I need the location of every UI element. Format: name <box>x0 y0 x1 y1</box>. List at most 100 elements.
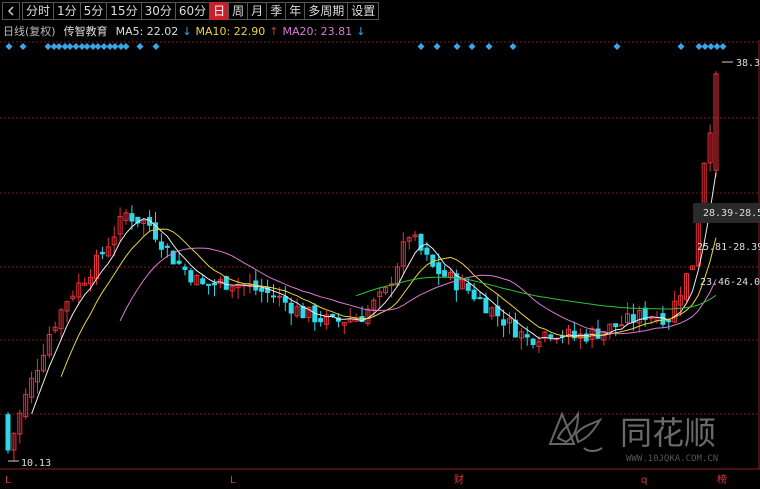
back-button[interactable] <box>2 2 20 20</box>
candle <box>707 124 713 172</box>
event-marker-icon[interactable] <box>417 43 425 50</box>
event-marker-icon[interactable] <box>111 43 119 50</box>
period-tab[interactable]: 周 <box>228 2 249 20</box>
indicator-bar: 日线(复权) 传智教育 MA5: 22.02 ↓ MA10: 22.90 ↑ M… <box>0 24 369 40</box>
candle <box>182 263 188 276</box>
event-marker-icon[interactable] <box>677 43 685 50</box>
candle <box>194 273 200 286</box>
ma20-line <box>119 247 717 335</box>
period-tab[interactable]: 多周期 <box>304 2 349 20</box>
date-marker: 榜 <box>717 473 727 486</box>
candlesticks <box>5 71 719 461</box>
candle <box>400 232 406 275</box>
event-marker-icon[interactable] <box>695 43 703 50</box>
event-marker-icon[interactable] <box>485 43 493 50</box>
candle <box>282 285 288 312</box>
event-marker-icon[interactable] <box>100 43 108 50</box>
candle <box>70 290 76 302</box>
kline-chart[interactable]: 同花顺 WWW.10JQKA.COM.CN 28.39-28.5 25.81-2… <box>0 40 760 489</box>
event-marker-icon[interactable] <box>701 43 709 50</box>
candle-body <box>548 334 554 338</box>
ma-lines <box>31 172 717 415</box>
event-marker-icon[interactable] <box>55 43 63 50</box>
ma10-arrow-up-icon: ↑ <box>269 25 279 38</box>
candle <box>76 273 82 305</box>
period-tab[interactable]: 60分 <box>174 2 211 20</box>
event-marker-icon[interactable] <box>453 43 461 50</box>
price-tooltip-1: 28.39-28.5 <box>703 208 760 219</box>
event-marker-icon[interactable] <box>707 43 715 50</box>
event-marker-icon[interactable] <box>72 43 80 50</box>
candle <box>512 312 518 338</box>
candle-body <box>212 282 217 286</box>
candle <box>253 270 259 296</box>
period-tab[interactable]: 月 <box>247 2 268 20</box>
period-tab[interactable]: 季 <box>266 2 287 20</box>
event-marker-icon[interactable] <box>122 43 130 50</box>
candle-body <box>630 314 636 323</box>
candle-body <box>471 289 477 300</box>
period-tab[interactable]: 年 <box>285 2 306 20</box>
period-tab[interactable]: 分时 <box>22 2 55 20</box>
event-marker-icon[interactable] <box>468 43 476 50</box>
period-tab[interactable]: 30分 <box>140 2 176 20</box>
candle <box>312 303 318 331</box>
candle-body <box>530 338 536 346</box>
candle <box>294 298 300 318</box>
ma20-value: MA20: 23.81 <box>282 25 353 38</box>
candle <box>383 286 389 296</box>
candle-body <box>158 241 164 250</box>
candle <box>29 371 35 404</box>
event-marker-icon[interactable] <box>719 43 727 50</box>
candle-body <box>200 278 206 285</box>
date-marker: L <box>230 475 236 486</box>
candle <box>625 302 630 326</box>
date-marker: 财 <box>454 473 464 486</box>
date-marker: q <box>641 475 647 486</box>
candle <box>206 283 212 295</box>
candle <box>5 411 11 454</box>
event-marker-icon[interactable] <box>713 43 721 50</box>
candle <box>713 71 719 178</box>
candle <box>64 300 70 323</box>
candle-body <box>188 270 194 283</box>
event-markers[interactable] <box>5 43 727 50</box>
event-marker-icon[interactable] <box>5 43 13 50</box>
candle <box>117 207 123 242</box>
candle <box>571 321 577 341</box>
event-marker-icon[interactable] <box>152 43 160 50</box>
candle <box>518 328 524 350</box>
event-marker-icon[interactable] <box>613 43 621 50</box>
event-marker-icon[interactable] <box>509 43 517 50</box>
chart-mode-label[interactable]: 日线(复权) <box>3 24 56 40</box>
candle <box>418 232 424 255</box>
candle <box>300 302 306 319</box>
candle-body <box>318 317 324 323</box>
period-tab[interactable]: 15分 <box>106 2 142 20</box>
candle-body <box>276 295 282 298</box>
event-marker-icon[interactable] <box>83 43 91 50</box>
period-tab[interactable]: 1分 <box>53 2 81 20</box>
event-marker-icon[interactable] <box>433 43 441 50</box>
event-marker-icon[interactable] <box>66 43 74 50</box>
candle-body <box>424 247 430 255</box>
candle <box>11 432 17 461</box>
candle <box>542 330 548 343</box>
candle <box>347 307 353 324</box>
period-tab[interactable]: 设置 <box>347 2 380 20</box>
period-tab[interactable]: 5分 <box>79 2 108 20</box>
event-marker-icon[interactable] <box>94 43 102 50</box>
candle <box>630 303 636 331</box>
candle-body <box>99 251 105 255</box>
event-marker-icon[interactable] <box>44 43 52 50</box>
period-tab[interactable]: 日 <box>209 2 230 20</box>
date-marker: L <box>5 475 11 486</box>
event-marker-icon[interactable] <box>136 43 144 50</box>
event-marker-icon[interactable] <box>19 43 27 50</box>
candle <box>271 284 276 303</box>
candle-body <box>282 296 288 303</box>
candle-body <box>436 262 442 275</box>
candle-body <box>271 295 276 298</box>
candle <box>188 267 194 286</box>
ma5-arrow-down-icon: ↓ <box>182 25 192 38</box>
